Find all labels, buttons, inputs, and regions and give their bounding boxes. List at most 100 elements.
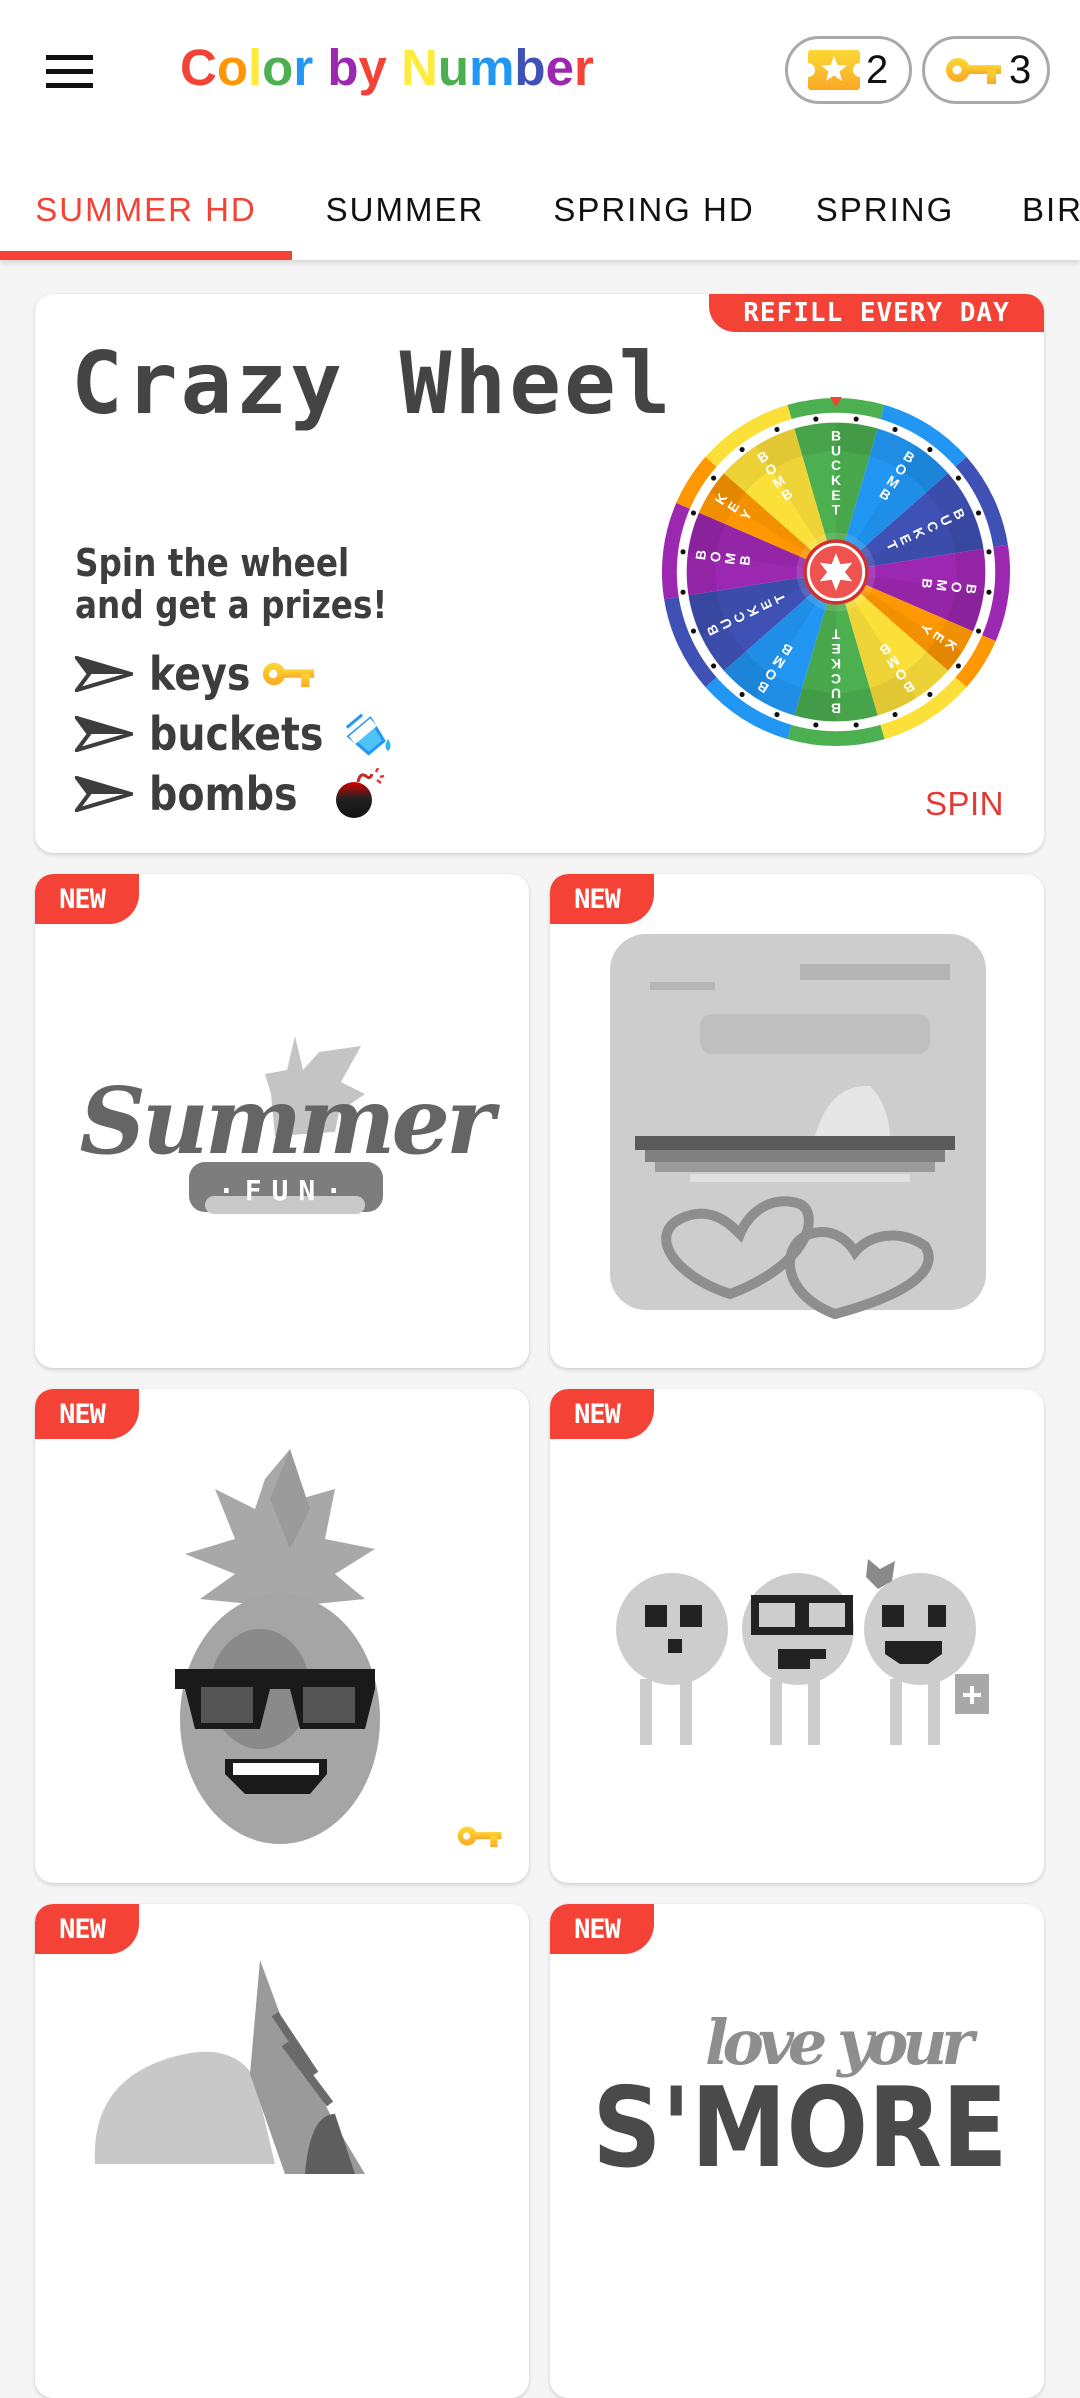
wheel-rim-dot: [986, 549, 992, 555]
svg-text:S'MORE: S'MORE: [592, 2065, 1007, 2193]
wheel-rim-dot: [690, 510, 697, 516]
ticket-star-icon: [808, 50, 860, 90]
title-letter: N: [401, 39, 438, 96]
key-icon: [261, 660, 317, 688]
picture-card[interactable]: NEW: [550, 1389, 1044, 1883]
prize-item-bombs: bombs: [75, 764, 396, 824]
wheel-segment-label: T: [831, 626, 840, 642]
tab-label: SUMMER HD: [35, 191, 257, 228]
svg-text:Summer: Summer: [79, 1067, 501, 1175]
title-letter: r: [293, 39, 314, 96]
wheel-segment-label: U: [831, 442, 841, 458]
wheel-segment-label: C: [831, 671, 841, 687]
tab-birthday[interactable]: BIR: [980, 160, 1080, 260]
title-letter: [387, 38, 401, 97]
arrow-icon: [75, 776, 133, 812]
wheel-rim-dot: [955, 663, 961, 669]
title-letter: [313, 38, 327, 97]
wheel-segment-label: E: [831, 487, 840, 503]
key-icon: [946, 58, 1001, 84]
wheel-rim-dot: [853, 722, 859, 728]
new-badge: NEW: [550, 874, 654, 924]
menu-button[interactable]: [36, 46, 106, 96]
smore-artwork: love your S'MORE: [592, 2006, 1007, 2193]
wheel-rim-dot: [986, 589, 992, 595]
new-badge: NEW: [550, 1389, 654, 1439]
title-letter: r: [573, 39, 594, 96]
wheel-rim-dot: [955, 475, 961, 481]
wheel-rim-dot: [680, 549, 686, 555]
title-letter: y: [358, 39, 387, 96]
picture-card[interactable]: love your S'MORE NEW: [550, 1904, 1044, 2398]
wheel-description: Spin the wheel and get a prizes!: [75, 541, 388, 627]
hamburger-menu-icon-bar: [46, 82, 93, 88]
wheel-segment-label: B: [831, 700, 841, 716]
tab-label: SPRING HD: [553, 191, 755, 228]
paint-bucket-icon: [345, 711, 396, 757]
pineapple-artwork: [175, 1449, 380, 1844]
title-letter: b: [514, 39, 546, 96]
wheel-rim-dot: [739, 447, 745, 453]
title-letter: o: [216, 39, 248, 96]
tab-summer[interactable]: SUMMER: [292, 160, 518, 260]
prize-wheel[interactable]: BUCKETBOMBBUCKETBOMBKEYBOMBBUCKETBOMBBUC…: [658, 394, 1014, 750]
prize-label: bombs: [149, 767, 298, 821]
summer-fun-artwork: Summer ·FUN·: [79, 1036, 505, 1214]
wheel-segment-label: C: [831, 457, 841, 473]
title-letter: u: [437, 39, 470, 96]
keys-counter[interactable]: 3: [922, 36, 1050, 104]
tickets-counter[interactable]: 2: [785, 36, 912, 104]
tab-label: SPRING: [815, 191, 955, 228]
wheel-rim-dot: [975, 628, 982, 634]
wheel-rim-dot: [813, 722, 819, 728]
prize-list: keys buckets bombs: [75, 644, 396, 824]
picture-card[interactable]: NEW: [550, 874, 1044, 1368]
wheel-rim-dot: [813, 416, 819, 422]
new-badge: NEW: [35, 874, 139, 924]
app-bar: Color by Number 2 3 SUMMER HD SUMMER SPR…: [0, 0, 1080, 260]
arrow-icon: [75, 716, 133, 752]
prize-item-buckets: buckets: [75, 704, 396, 764]
wheel-rim-dot: [853, 416, 859, 422]
three-friends-artwork: [616, 1559, 989, 1745]
category-tabs: SUMMER HD SUMMER SPRING HD SPRING BIR: [0, 160, 1080, 260]
title-letter: b: [327, 39, 359, 96]
wheel-rim-dot: [690, 628, 697, 634]
tab-summer-hd[interactable]: SUMMER HD: [0, 160, 292, 260]
wheel-segment-label: E: [831, 641, 840, 657]
hamburger-menu-icon-bar: [46, 68, 93, 74]
picture-card[interactable]: Summer ·FUN· NEW: [35, 874, 529, 1368]
prize-label: buckets: [149, 707, 324, 761]
key-locked-icon: [457, 1824, 503, 1853]
title-letter: e: [545, 39, 574, 96]
crazy-wheel-card[interactable]: REFILL EVERY DAY Crazy Wheel Spin the wh…: [35, 294, 1044, 853]
tab-spring-hd[interactable]: SPRING HD: [518, 160, 790, 260]
bomb-icon: [334, 768, 386, 820]
svg-text:·FUN·: ·FUN·: [218, 1174, 352, 1207]
wheel-rim-dot: [680, 589, 686, 595]
wheel-rim-dot: [739, 691, 745, 697]
title-letter: o: [262, 39, 294, 96]
wheel-segment-label: B: [919, 578, 936, 590]
tab-label: BIR: [1022, 191, 1080, 228]
wheel-segment-label: K: [831, 656, 841, 672]
keys-count: 3: [1009, 47, 1032, 92]
tickets-count: 2: [866, 47, 889, 92]
picture-card[interactable]: NEW: [35, 1389, 529, 1883]
wheel-rim-dot: [774, 711, 780, 718]
wheel-rim-dot: [711, 663, 717, 669]
wheel-rim-dot: [975, 510, 982, 516]
wheel-rim-dot: [927, 691, 933, 697]
picture-card[interactable]: NEW: [35, 1904, 529, 2398]
tab-spring[interactable]: SPRING: [790, 160, 980, 260]
title-letter: m: [469, 39, 515, 96]
wheel-rim-dot: [927, 447, 933, 453]
tab-label: SUMMER: [325, 191, 485, 228]
wheel-title: Crazy Wheel: [71, 334, 674, 434]
prize-label: keys: [149, 647, 251, 701]
spin-button[interactable]: SPIN: [925, 785, 1004, 823]
new-badge: NEW: [35, 1904, 139, 1954]
wheel-rim-dot: [774, 426, 780, 433]
sunset-hearts-artwork: [610, 934, 986, 1320]
new-badge: NEW: [550, 1904, 654, 1954]
